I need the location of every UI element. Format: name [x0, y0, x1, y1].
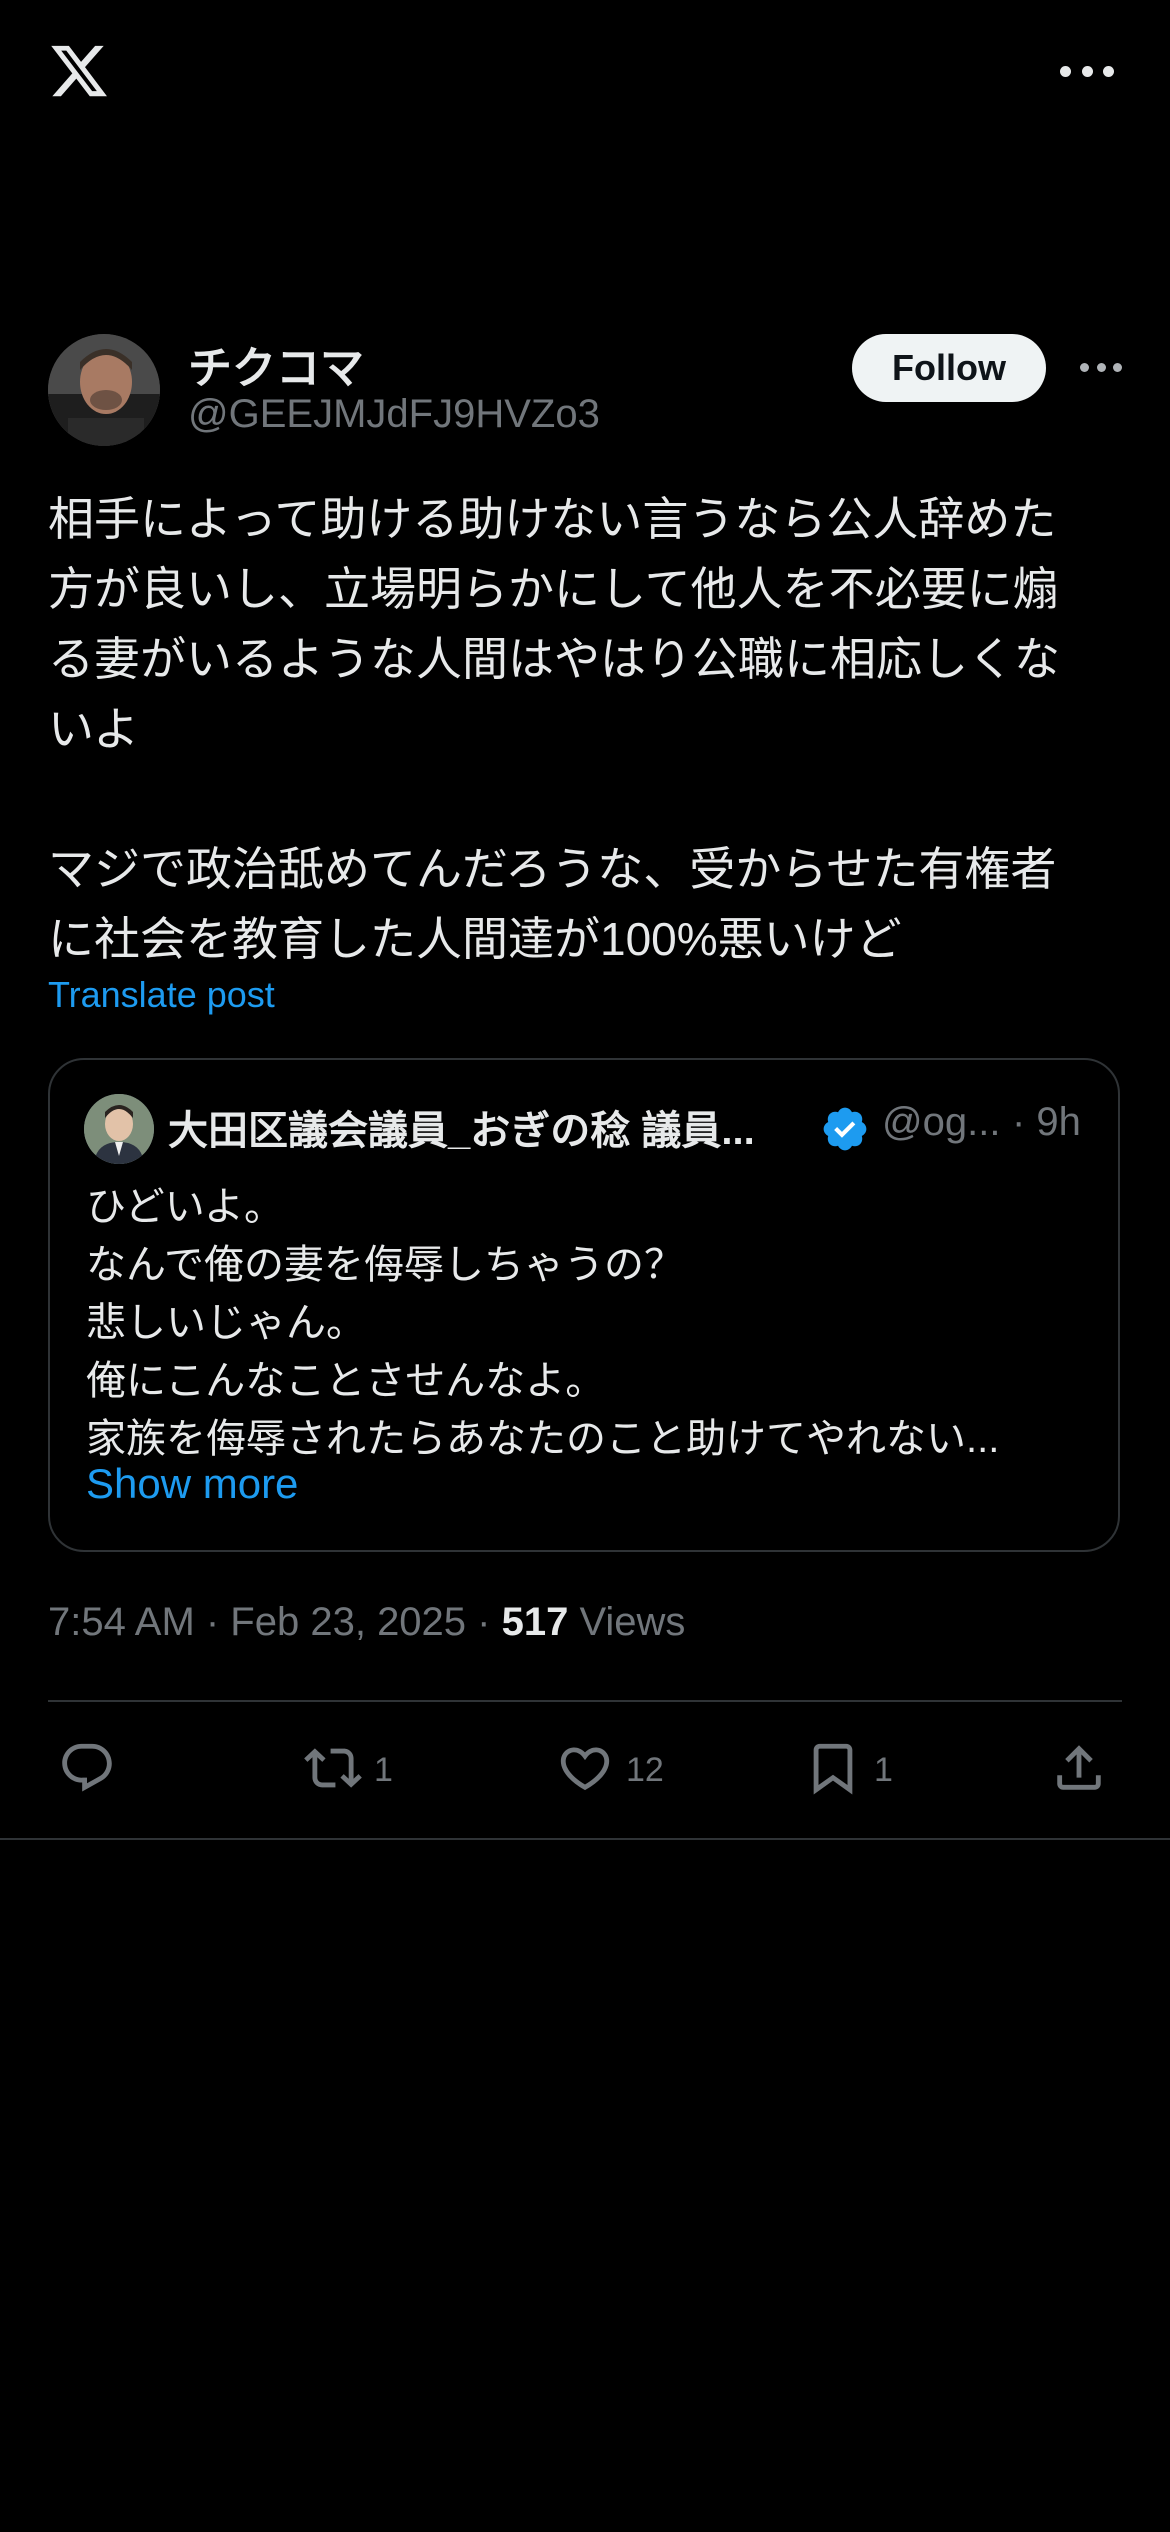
repost-count: 1	[374, 1750, 393, 1789]
follow-button[interactable]: Follow	[852, 334, 1046, 402]
quote-text-line: なんで俺の妻を侮辱しちゃうの？	[86, 1243, 684, 1287]
quoted-post[interactable]: 大田区議会議員_おぎの稔 議員... @og... · 9h ひどいよ。 なんで…	[48, 1058, 1120, 1552]
quote-text-line: ひどいよ。	[86, 1185, 284, 1229]
repost-button[interactable]: 1	[304, 1730, 393, 1810]
reply-button[interactable]	[58, 1730, 128, 1810]
verified-badge-icon	[820, 1104, 870, 1154]
post-author: チクコマ @GEEJMJdFJ9HVZo3 Follow	[48, 332, 1122, 452]
post-text: 相手によって助ける助けない言うなら公人辞めた 方が良いし、立場明らかにして他人を…	[48, 493, 1060, 965]
x-logo-icon[interactable]	[46, 40, 112, 102]
quote-author-name: 大田区議会議員_おぎの稔 議員...	[168, 1109, 755, 1153]
views-count: 517	[501, 1600, 569, 1644]
translate-post-link[interactable]: Translate post	[48, 974, 275, 1016]
quote-timestamp: · 9h	[1012, 1100, 1081, 1144]
quote-text-line: 俺にこんなことさせんなよ。	[86, 1359, 606, 1403]
post-meta: 7:54 AM · Feb 23, 2025 · 517 Views	[48, 1600, 685, 1645]
views-label: Views	[568, 1600, 686, 1644]
bookmark-button[interactable]: 1	[804, 1730, 893, 1810]
repost-icon	[304, 1739, 362, 1802]
author-handle[interactable]: @GEEJMJdFJ9HVZo3	[188, 392, 600, 437]
like-count: 12	[626, 1750, 664, 1789]
top-bar	[0, 0, 1170, 150]
quote-text: ひどいよ。 なんで俺の妻を侮辱しちゃうの？ 悲しいじゃん。 俺にこんなことさせん…	[86, 1178, 1086, 1468]
share-icon	[1050, 1739, 1108, 1802]
more-horizontal-icon[interactable]	[1080, 359, 1122, 375]
bookmark-count: 1	[874, 1750, 893, 1789]
show-more-link[interactable]: Show more	[86, 1460, 298, 1508]
bookmark-icon	[804, 1739, 862, 1802]
share-button[interactable]	[1050, 1730, 1108, 1810]
post-timestamp[interactable]: 7:54 AM · Feb 23, 2025 ·	[48, 1600, 502, 1644]
quote-author-handle: @og...	[882, 1100, 1001, 1144]
author-name[interactable]: チクコマ	[188, 332, 364, 396]
action-bar: 1 12 1	[48, 1730, 1122, 1810]
more-horizontal-icon[interactable]	[1060, 60, 1114, 82]
quote-avatar	[84, 1094, 154, 1164]
divider	[0, 1838, 1170, 1840]
heart-icon	[556, 1739, 614, 1802]
avatar[interactable]	[48, 334, 160, 446]
reply-icon	[58, 1739, 116, 1802]
quote-text-line: 悲しいじゃん。	[86, 1301, 366, 1345]
divider	[48, 1700, 1122, 1702]
like-button[interactable]: 12	[556, 1730, 664, 1810]
